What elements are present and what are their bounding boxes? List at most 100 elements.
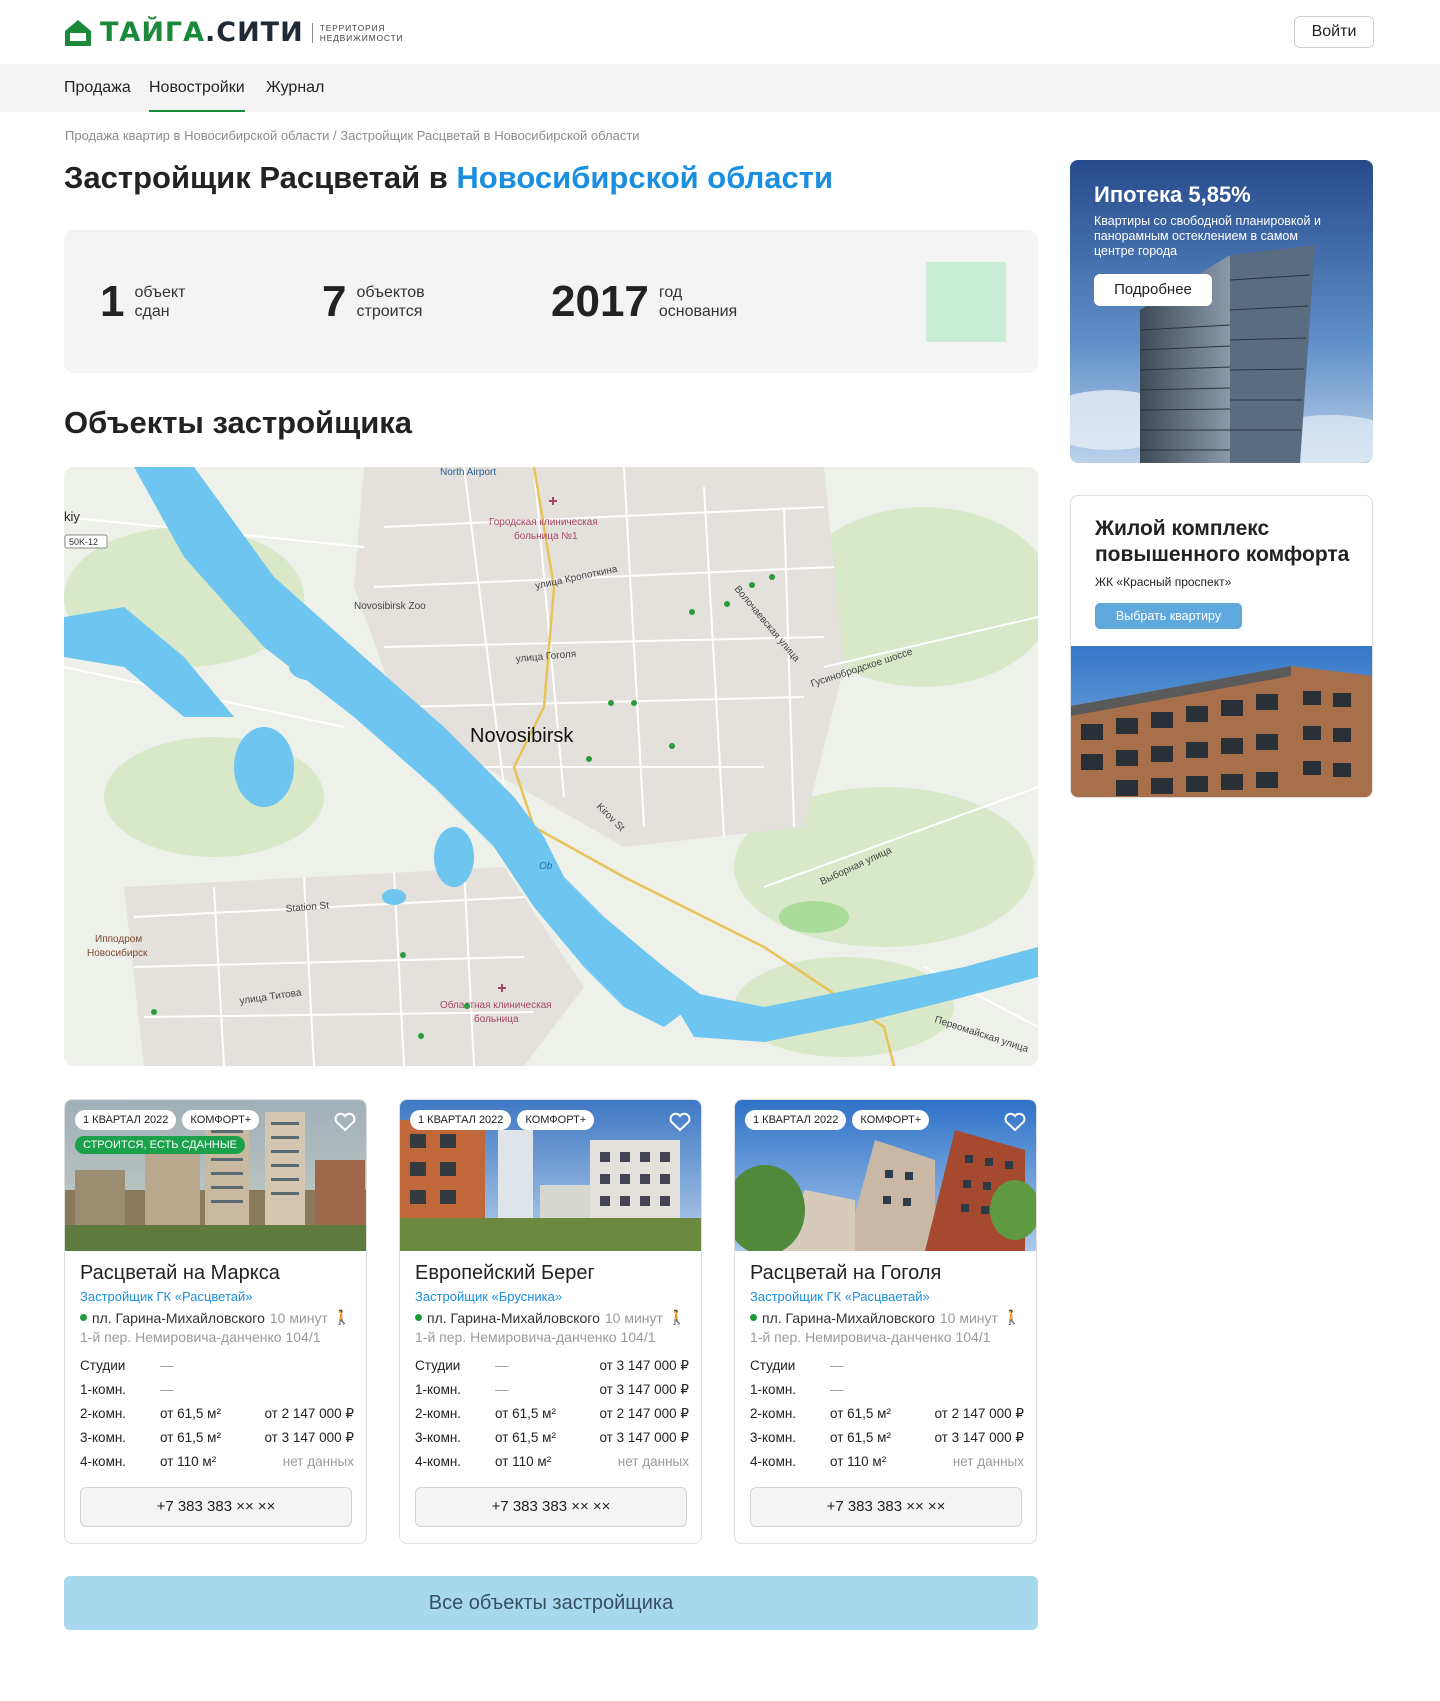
logo-secondary: .СИТИ bbox=[205, 17, 304, 48]
apartment-table: Студии — 1-комн. — 2-комн. от 61,5 м² от 2 1… bbox=[80, 1355, 354, 1475]
object-photo[interactable]: 1 КВАРТАЛ 2022 КОМФОРТ+ bbox=[735, 1100, 1036, 1251]
stat-founded: 2017 год основания bbox=[551, 278, 737, 326]
map-label-hospital1: Городская клиническая bbox=[489, 517, 598, 528]
object-developer-link[interactable]: Застройщик ГК «Расцветай» bbox=[80, 1289, 252, 1304]
developer-logo-placeholder bbox=[926, 262, 1006, 342]
map-city-label: Novosibirsk bbox=[470, 725, 574, 747]
map-canvas[interactable]: Novosibirsk North Airport Городская клин… bbox=[64, 467, 1038, 1066]
apt-type: 1-комн. bbox=[80, 1382, 127, 1397]
metro-station: пл. Гарина-Михайловского bbox=[92, 1309, 265, 1326]
object-address: 1-й пер. Немировича-данченко 104/1 bbox=[80, 1329, 321, 1345]
object-title[interactable]: Европейский Берег bbox=[415, 1262, 595, 1285]
object-title[interactable]: Расцветай на Маркса bbox=[80, 1262, 280, 1285]
phone-button[interactable]: +7 383 383 ×× ×× bbox=[415, 1487, 687, 1527]
page-title-region-link[interactable]: Новосибирской области bbox=[456, 160, 833, 195]
object-developer-link[interactable]: Застройщик «Брусника» bbox=[415, 1289, 562, 1304]
apt-type: Студии bbox=[750, 1358, 796, 1373]
ad-description: Квартиры со свободной планировкой и пано… bbox=[1094, 214, 1321, 258]
stat-label-line: строится bbox=[356, 303, 423, 320]
apt-price: от 2 147 000 ₽ bbox=[264, 1406, 354, 1421]
apt-price: от 3 147 000 ₽ bbox=[599, 1358, 689, 1373]
apt-type: 4-комн. bbox=[80, 1454, 127, 1469]
status-badge: СТРОИТСЯ, ЕСТЬ СДАННЫЕ bbox=[75, 1136, 245, 1154]
stat-label-line: сдан bbox=[134, 303, 170, 320]
object-address: 1-й пер. Немировича-данченко 104/1 bbox=[415, 1329, 656, 1345]
object-developer-link[interactable]: Застройщик ГК «Расцваетай» bbox=[750, 1289, 930, 1304]
choose-apartment-button[interactable]: Выбрать квартиру bbox=[1095, 603, 1242, 629]
main-nav: Продажа Новостройки Журнал bbox=[0, 64, 1440, 112]
apartment-table: Студии — 1-комн. — 2-комн. от 61,5 м² от 2 1… bbox=[750, 1355, 1024, 1475]
walking-icon: 🚶 bbox=[667, 1309, 686, 1325]
apt-area: — bbox=[830, 1382, 844, 1397]
map-label-kiy: kiy bbox=[64, 509, 80, 524]
walking-icon: 🚶 bbox=[1002, 1309, 1021, 1325]
apt-area: — bbox=[160, 1358, 174, 1373]
objects-map[interactable]: Novosibirsk North Airport Городская клин… bbox=[64, 467, 1038, 1066]
all-objects-button[interactable]: Все объекты застройщика bbox=[64, 1576, 1038, 1630]
apartment-row: 3-комн. от 61,5 м² от 3 147 000 ₽ bbox=[80, 1427, 354, 1451]
apt-area: от 110 м² bbox=[830, 1454, 887, 1469]
stat-completed-number: 1 bbox=[100, 277, 125, 326]
object-card[interactable]: 1 КВАРТАЛ 2022 КОМФОРТ+ СТРОИТСЯ, ЕСТЬ С… bbox=[64, 1099, 367, 1544]
map-label-hippodrome: Ипподром bbox=[95, 934, 142, 945]
apt-price: нет данных bbox=[617, 1454, 689, 1469]
chip-deadline: 1 КВАРТАЛ 2022 bbox=[745, 1110, 847, 1130]
apt-type: 2-комн. bbox=[80, 1406, 127, 1421]
ad-more-button[interactable]: Подробнее bbox=[1094, 274, 1212, 306]
ad-title: Ипотека 5,85% bbox=[1094, 182, 1251, 207]
map-label-hospital2: Областная клиническая bbox=[440, 999, 552, 1011]
apt-area: от 61,5 м² bbox=[495, 1406, 556, 1421]
apt-type: 1-комн. bbox=[415, 1382, 462, 1397]
metro-station: пл. Гарина-Михайловского bbox=[762, 1309, 935, 1326]
object-photo[interactable]: 1 КВАРТАЛ 2022 КОМФОРТ+ СТРОИТСЯ, ЕСТЬ С… bbox=[65, 1100, 366, 1251]
object-card[interactable]: 1 КВАРТАЛ 2022 КОМФОРТ+ Европейский Бере… bbox=[399, 1099, 702, 1544]
apartment-row: 4-комн. от 110 м² нет данных bbox=[750, 1451, 1024, 1475]
heart-icon[interactable] bbox=[334, 1112, 356, 1132]
stat-completed-label: объект сдан bbox=[134, 283, 185, 321]
stat-label-line: год bbox=[658, 284, 683, 301]
nav-item-new-buildings[interactable]: Новостройки bbox=[149, 64, 245, 112]
nav-item-sale[interactable]: Продажа bbox=[64, 64, 131, 112]
object-card[interactable]: 1 КВАРТАЛ 2022 КОМФОРТ+ Расцветай на Гог… bbox=[734, 1099, 1037, 1544]
object-photo[interactable]: 1 КВАРТАЛ 2022 КОМФОРТ+ bbox=[400, 1100, 701, 1251]
site-header: ТАЙГА.СИТИ ТЕРРИТОРИЯ НЕДВИЖИМОСТИ Войти bbox=[0, 0, 1440, 64]
apt-area: от 61,5 м² bbox=[160, 1406, 221, 1421]
map-label-hospital2-b: больница bbox=[474, 1013, 519, 1025]
ad-title: Жилой комплекс повышенного комфорта bbox=[1095, 517, 1350, 566]
heart-icon[interactable] bbox=[669, 1112, 691, 1132]
object-chips: 1 КВАРТАЛ 2022 КОМФОРТ+ bbox=[410, 1110, 595, 1130]
complex-ad-banner[interactable]: Жилой комплекс повышенного комфорта ЖК «… bbox=[1070, 495, 1373, 798]
object-title[interactable]: Расцветай на Гоголя bbox=[750, 1262, 941, 1285]
walking-icon: 🚶 bbox=[332, 1309, 351, 1325]
stat-building-number: 7 bbox=[322, 277, 347, 326]
apt-area: — bbox=[495, 1382, 509, 1397]
apartment-row: 1-комн. — от 3 147 000 ₽ bbox=[415, 1379, 689, 1403]
mortgage-ad-banner[interactable]: Ипотека 5,85% Квартиры со свободной план… bbox=[1070, 160, 1373, 463]
logo-wordmark: ТАЙГА.СИТИ bbox=[100, 18, 304, 48]
apartment-row: 4-комн. от 110 м² нет данных bbox=[80, 1451, 354, 1475]
apt-type: Студии bbox=[80, 1358, 126, 1373]
apartment-row: 1-комн. — bbox=[750, 1379, 1024, 1403]
chip-deadline: 1 КВАРТАЛ 2022 bbox=[410, 1110, 512, 1130]
heart-icon[interactable] bbox=[1004, 1112, 1026, 1132]
logo[interactable]: ТАЙГА.СИТИ ТЕРРИТОРИЯ НЕДВИЖИМОСТИ bbox=[64, 18, 403, 48]
apt-type: 1-комн. bbox=[750, 1382, 797, 1397]
apartment-row: 2-комн. от 61,5 м² от 2 147 000 ₽ bbox=[80, 1403, 354, 1427]
stat-label-line: основания bbox=[658, 303, 738, 320]
phone-button[interactable]: +7 383 383 ×× ×× bbox=[750, 1487, 1022, 1527]
breadcrumb[interactable]: Продажа квартир в Новосибирской области … bbox=[65, 128, 640, 143]
apt-type: 4-комн. bbox=[750, 1454, 797, 1469]
phone-button[interactable]: +7 383 383 ×× ×× bbox=[80, 1487, 352, 1527]
map-label-zoo: Novosibirsk Zoo bbox=[354, 601, 426, 612]
apt-price: от 3 147 000 ₽ bbox=[264, 1430, 354, 1445]
apartment-table: Студии — от 3 147 000 ₽ 1-комн. — от 3 147 0… bbox=[415, 1355, 689, 1475]
map-label-airport: North Airport bbox=[440, 467, 496, 478]
metro-time: 10 минут bbox=[604, 1309, 663, 1326]
metro-dot-icon bbox=[80, 1314, 87, 1321]
apt-area: от 110 м² bbox=[495, 1454, 552, 1469]
login-button[interactable]: Войти bbox=[1294, 16, 1374, 48]
apt-area: от 61,5 м² bbox=[495, 1430, 556, 1445]
chip-deadline: 1 КВАРТАЛ 2022 bbox=[75, 1110, 177, 1130]
apt-price: от 3 147 000 ₽ bbox=[599, 1430, 689, 1445]
nav-item-journal[interactable]: Журнал bbox=[266, 64, 324, 112]
